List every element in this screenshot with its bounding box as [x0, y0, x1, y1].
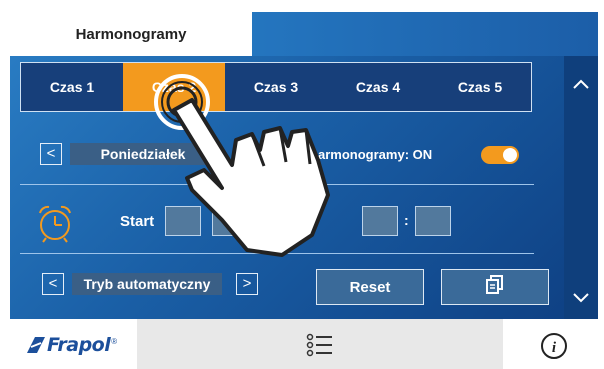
toggle-knob	[503, 148, 517, 162]
svg-text:i: i	[552, 340, 557, 356]
tab-label: Czas 1	[49, 79, 95, 95]
tab-label: Czas 4	[355, 79, 401, 95]
chevron-down-icon[interactable]	[572, 288, 590, 306]
schedules-toggle[interactable]	[481, 146, 519, 164]
hand-pointer-icon	[152, 70, 342, 285]
footer-bar: Frapol ® i	[10, 319, 598, 369]
tab-czas-1[interactable]: Czas 1	[21, 63, 123, 111]
header-bar: Harmonogramy	[10, 12, 598, 56]
logo-registered: ®	[111, 336, 118, 346]
copy-button[interactable]	[441, 269, 549, 305]
tab-harmonogramy[interactable]: Harmonogramy	[10, 12, 252, 56]
tab-czas-5[interactable]: Czas 5	[429, 63, 531, 111]
brand-logo: Frapol ®	[25, 334, 117, 356]
reset-label: Reset	[349, 278, 391, 296]
info-icon[interactable]: i	[540, 332, 568, 365]
page-title: Harmonogramy	[75, 25, 187, 43]
time-separator: :	[404, 212, 409, 228]
tab-czas-4[interactable]: Czas 4	[327, 63, 429, 111]
menu-area[interactable]	[137, 319, 503, 369]
prev-mode-button[interactable]: <	[42, 273, 64, 295]
logo-mark	[27, 337, 45, 353]
end-minute-field[interactable]	[415, 206, 451, 236]
clock-icon	[34, 203, 76, 248]
prev-day-button[interactable]: <	[40, 143, 62, 165]
logo-text: Frapol	[47, 334, 111, 356]
end-hour-field[interactable]	[362, 206, 398, 236]
menu-list-icon[interactable]	[306, 332, 334, 363]
scrollbar[interactable]	[564, 56, 598, 319]
copy-icon	[486, 274, 504, 300]
chevron-up-icon[interactable]	[572, 74, 590, 92]
start-label: Start	[120, 213, 155, 230]
tab-label: Czas 5	[457, 79, 503, 95]
